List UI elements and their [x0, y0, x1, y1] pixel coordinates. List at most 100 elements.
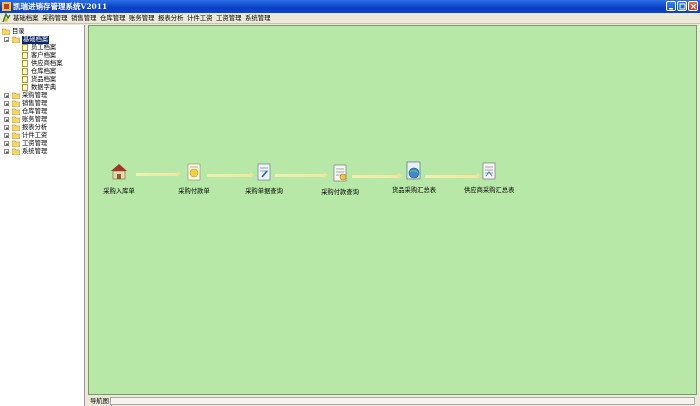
- flow-node-purchase-payment[interactable]: 采购付款单: [169, 162, 219, 195]
- payment-doc-icon: [187, 163, 201, 181]
- tree-group-sales[interactable]: 销售管理: [2, 100, 82, 108]
- tree-group-label: 工资管理: [22, 140, 48, 147]
- folder-open-icon: [2, 28, 10, 35]
- folder-icon: [12, 92, 20, 99]
- navigation-canvas: 采购入库单 采购付款单 采购单据查询 采购付款查询 货品采购汇总表 供应商采购汇…: [88, 25, 697, 395]
- flow-node-supplier-summary[interactable]: 供应商采购汇总表: [464, 161, 514, 194]
- flow-node-label: 采购入库单: [103, 188, 135, 195]
- menu-sales[interactable]: 销售管理: [71, 13, 97, 23]
- menu-purchase[interactable]: 采购管理: [42, 13, 68, 23]
- tree-group-system[interactable]: 系统管理: [2, 148, 82, 156]
- menu-bar: 基础档案 采购管理 销售管理 仓库管理 账务管理 报表分析 计件工资 工资管理 …: [0, 13, 700, 24]
- tree-item-label: 员工档案: [31, 44, 57, 51]
- close-button[interactable]: [688, 1, 698, 11]
- document-icon: [22, 84, 28, 91]
- tab-navigation-map[interactable]: 导航图: [88, 397, 112, 406]
- minimize-icon: [669, 8, 673, 10]
- flow-node-label: 供应商采购汇总表: [464, 187, 515, 194]
- menu-warehouse[interactable]: 仓库管理: [100, 13, 126, 23]
- flow-node-goods-summary[interactable]: 货品采购汇总表: [389, 161, 439, 194]
- tree-group-label: 计件工资: [22, 132, 48, 139]
- folder-open-icon: [12, 36, 20, 43]
- menu-reports[interactable]: 报表分析: [158, 13, 184, 23]
- flow-node-payment-query[interactable]: 采购付款查询: [315, 163, 365, 196]
- expand-icon[interactable]: [4, 141, 9, 146]
- menu-app-icon: [2, 13, 11, 23]
- folder-icon: [12, 124, 20, 131]
- tree-group-label: 系统管理: [22, 148, 48, 155]
- tree-item-goods[interactable]: 货品档案: [2, 76, 82, 84]
- tree-group-piecework[interactable]: 计件工资: [2, 132, 82, 140]
- status-panel: [110, 397, 695, 405]
- document-icon: [22, 68, 28, 75]
- tree-group-label: 报表分析: [22, 124, 48, 131]
- menu-system[interactable]: 系统管理: [245, 13, 271, 23]
- tree-item-label: 仓库档案: [31, 68, 57, 75]
- tree-item-supplier[interactable]: 供应商档案: [2, 60, 82, 68]
- navigation-tree[interactable]: 目录 基础档案 员工档案 客户档案 供应商档案 仓库档案 货品档案 数据字典 采…: [0, 25, 85, 406]
- tree-group-label: 采购管理: [22, 92, 48, 99]
- expand-icon[interactable]: [4, 109, 9, 114]
- folder-icon: [12, 140, 20, 147]
- flow-node-label: 货品采购汇总表: [391, 187, 437, 194]
- tree-group-purchase[interactable]: 采购管理: [2, 92, 82, 100]
- flow-node-label: 采购单据查询: [245, 188, 283, 195]
- flow-node-purchase-receipt[interactable]: 采购入库单: [94, 162, 144, 195]
- tree-item-customer[interactable]: 客户档案: [2, 52, 82, 60]
- expand-icon[interactable]: [4, 117, 9, 122]
- tree-item-label: 货品档案: [31, 76, 57, 83]
- close-icon: [690, 3, 697, 10]
- menu-accounts[interactable]: 账务管理: [129, 13, 155, 23]
- menu-piecework[interactable]: 计件工资: [187, 13, 213, 23]
- minimize-button[interactable]: [666, 1, 676, 11]
- expand-icon[interactable]: [4, 149, 9, 154]
- tree-item-label: 供应商档案: [31, 60, 63, 67]
- tree-item-label: 数据字典: [31, 84, 57, 91]
- expand-icon[interactable]: [4, 125, 9, 130]
- tree-group-label: 账务管理: [22, 116, 48, 123]
- document-icon: [22, 60, 28, 67]
- flow-node-label: 采购付款查询: [321, 189, 359, 196]
- folder-icon: [12, 148, 20, 155]
- flow-node-purchase-doc-query[interactable]: 采购单据查询: [239, 162, 289, 195]
- expand-icon[interactable]: [4, 101, 9, 106]
- tree-group-payroll[interactable]: 工资管理: [2, 140, 82, 148]
- document-icon: [22, 44, 28, 51]
- folder-icon: [12, 116, 20, 123]
- maximize-button[interactable]: [677, 1, 687, 11]
- tree-item-employee[interactable]: 员工档案: [2, 44, 82, 52]
- document-icon: [22, 52, 28, 59]
- window-title: 凯瑞进销存管理系统V2011: [13, 2, 108, 11]
- menu-payroll[interactable]: 工资管理: [216, 13, 242, 23]
- tree-group-label: 仓库管理: [22, 108, 48, 115]
- title-bar: 凯瑞进销存管理系统V2011: [0, 0, 700, 13]
- tree-group-warehouse[interactable]: 仓库管理: [2, 108, 82, 116]
- tree-root-label: 目录: [12, 28, 25, 35]
- expand-icon[interactable]: [4, 93, 9, 98]
- flow-node-label: 采购付款单: [178, 188, 210, 195]
- maximize-icon: [679, 3, 686, 10]
- tree-group-basic-archives[interactable]: 基础档案: [2, 36, 82, 44]
- tree-item-warehouse[interactable]: 仓库档案: [2, 68, 82, 76]
- globe-report-icon: [406, 161, 421, 180]
- tree-item-label: 客户档案: [31, 52, 57, 59]
- collapse-icon[interactable]: [4, 37, 9, 42]
- tree-group-label: 基础档案: [22, 36, 50, 44]
- folder-icon: [12, 132, 20, 139]
- payment-query-icon: [333, 164, 347, 182]
- folder-icon: [12, 108, 20, 115]
- menu-basic-archives[interactable]: 基础档案: [13, 13, 39, 23]
- tree-item-dictionary[interactable]: 数据字典: [2, 84, 82, 92]
- warehouse-icon: [111, 164, 127, 180]
- document-query-icon: [257, 163, 271, 181]
- folder-icon: [12, 100, 20, 107]
- supplier-report-icon: [482, 162, 496, 180]
- tree-group-label: 销售管理: [22, 100, 48, 107]
- tree-root[interactable]: 目录: [2, 28, 82, 36]
- tree-group-reports[interactable]: 报表分析: [2, 124, 82, 132]
- app-icon: [2, 2, 11, 11]
- status-bar: 导航图: [88, 396, 697, 406]
- expand-icon[interactable]: [4, 133, 9, 138]
- document-icon: [22, 76, 28, 83]
- tree-group-accounts[interactable]: 账务管理: [2, 116, 82, 124]
